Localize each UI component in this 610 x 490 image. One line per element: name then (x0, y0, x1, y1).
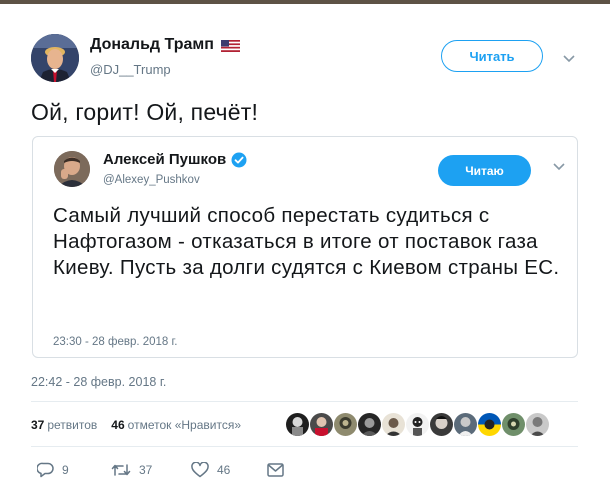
likes-stat[interactable]: 46 отметок «Нравится» (111, 418, 241, 432)
following-button[interactable]: Читаю (438, 155, 531, 186)
liker-avatar[interactable] (286, 413, 309, 436)
liker-avatar[interactable] (310, 413, 333, 436)
verified-badge-icon (231, 152, 247, 168)
retweet-icon (111, 463, 131, 477)
author-name-row: Дональд Трамп (90, 36, 240, 54)
liker-avatar[interactable] (454, 413, 477, 436)
tweet-text: Ой, горит! Ой, печёт! (31, 99, 259, 125)
like-button[interactable]: 46 (191, 462, 267, 478)
author-handle[interactable]: @DJ__Trump (90, 62, 171, 77)
liker-avatar[interactable] (358, 413, 381, 436)
retweets-stat[interactable]: 37 ретвитов (31, 418, 97, 432)
quoted-author-handle[interactable]: @Alexey_Pushkov (103, 174, 200, 186)
chevron-down-icon[interactable] (552, 160, 566, 174)
tweet-timestamp[interactable]: 22:42 - 28 февр. 2018 г. (31, 375, 166, 389)
divider (31, 446, 578, 447)
liker-avatars (286, 413, 549, 436)
reply-icon (37, 462, 54, 478)
author-avatar[interactable] (31, 34, 79, 82)
liker-avatar[interactable] (430, 413, 453, 436)
retweet-count: 37 (139, 463, 153, 477)
reply-button[interactable]: 9 (37, 462, 111, 478)
top-strip (0, 0, 610, 4)
follow-button[interactable]: Читать (441, 40, 543, 72)
likes-label: отметок «Нравится» (127, 418, 242, 432)
quoted-author-name-row: Алексей Пушков (103, 151, 247, 168)
quoted-author-name[interactable]: Алексей Пушков (103, 151, 226, 168)
retweets-count: 37 (31, 418, 45, 432)
chevron-down-icon[interactable] (562, 52, 576, 66)
liker-avatar[interactable] (334, 413, 357, 436)
action-bar: 9 37 46 (37, 462, 284, 478)
likes-count: 46 (111, 418, 125, 432)
liker-avatar[interactable] (406, 413, 429, 436)
stats-row: 37 ретвитов 46 отметок «Нравится» (31, 418, 241, 432)
quoted-tweet-timestamp[interactable]: 23:30 - 28 февр. 2018 г. (53, 336, 178, 348)
heart-icon (191, 462, 209, 478)
retweets-label: ретвитов (47, 418, 98, 432)
quoted-tweet-text: Самый лучший способ перестать судиться с… (53, 204, 560, 279)
us-flag-icon (220, 39, 240, 52)
liker-avatar[interactable] (526, 413, 549, 436)
reply-count: 9 (62, 463, 69, 477)
retweet-button[interactable]: 37 (111, 463, 191, 477)
liker-avatar[interactable] (502, 413, 525, 436)
envelope-icon (267, 463, 284, 477)
direct-message-button[interactable] (267, 463, 284, 477)
author-name[interactable]: Дональд Трамп (90, 36, 214, 54)
quoted-author-avatar[interactable] (54, 151, 90, 187)
liker-avatar[interactable] (382, 413, 405, 436)
divider (31, 401, 578, 402)
like-count: 46 (217, 463, 231, 477)
liker-avatar[interactable] (478, 413, 501, 436)
